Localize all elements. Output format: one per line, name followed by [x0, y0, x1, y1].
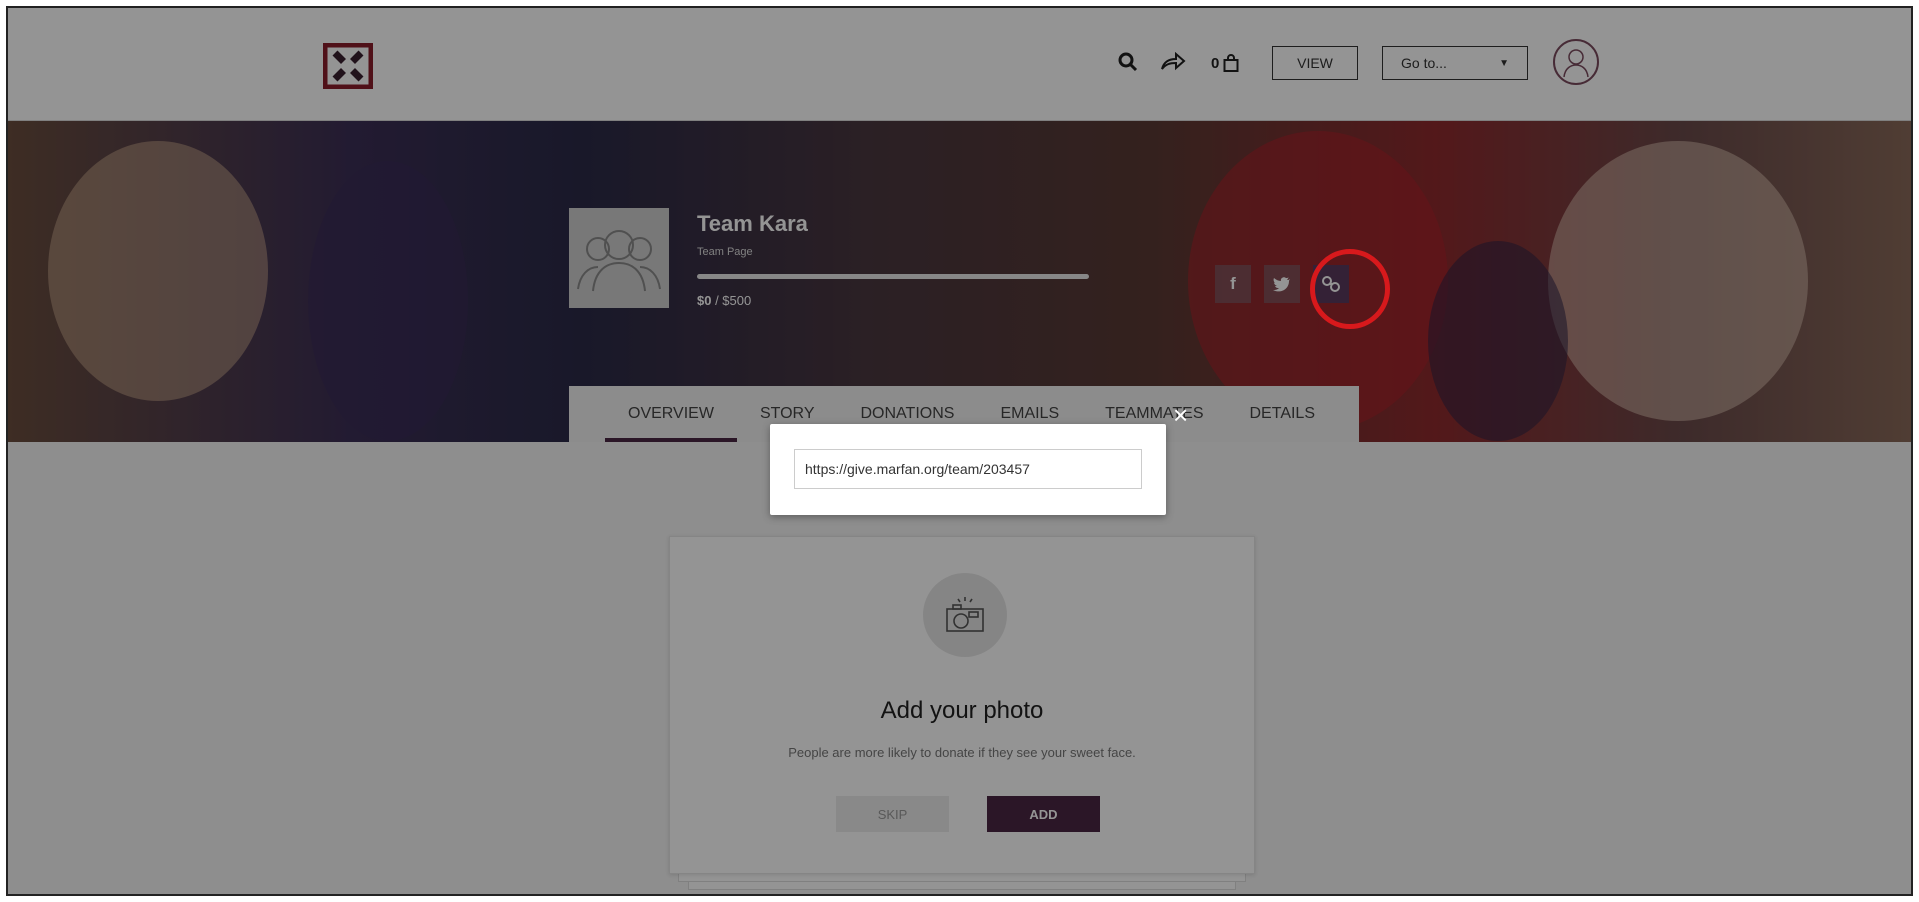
share-link-modal	[770, 424, 1166, 515]
close-icon[interactable]: ×	[1173, 402, 1188, 428]
browser-frame: 0 VIEW Go to... ▼ Team Kara Team Page $0…	[6, 6, 1913, 896]
highlight-ring	[1310, 249, 1390, 329]
share-url-field[interactable]	[794, 449, 1142, 489]
